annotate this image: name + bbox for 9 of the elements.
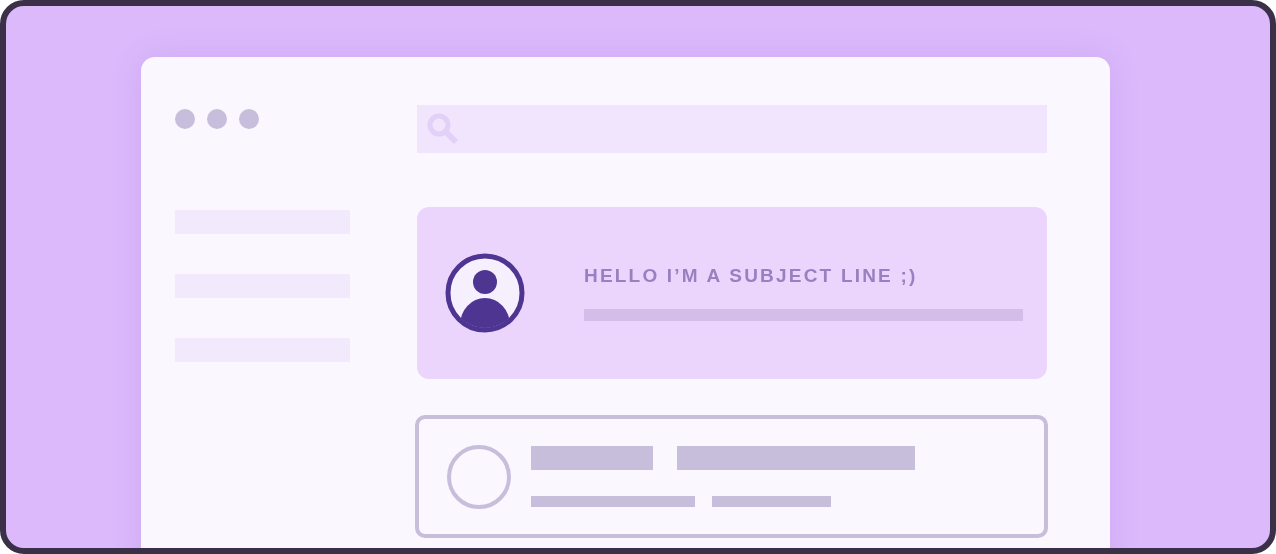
avatar-icon	[445, 253, 525, 333]
window-dot[interactable]	[207, 109, 227, 129]
window-dot[interactable]	[175, 109, 195, 129]
message-card[interactable]: HELLO I’M A SUBJECT LINE ;)	[417, 207, 1047, 379]
message-card[interactable]	[415, 415, 1048, 538]
subject-line: HELLO I’M A SUBJECT LINE ;)	[584, 265, 919, 287]
avatar-icon	[446, 443, 512, 510]
window-dot[interactable]	[239, 109, 259, 129]
search-field[interactable]	[417, 105, 1047, 153]
